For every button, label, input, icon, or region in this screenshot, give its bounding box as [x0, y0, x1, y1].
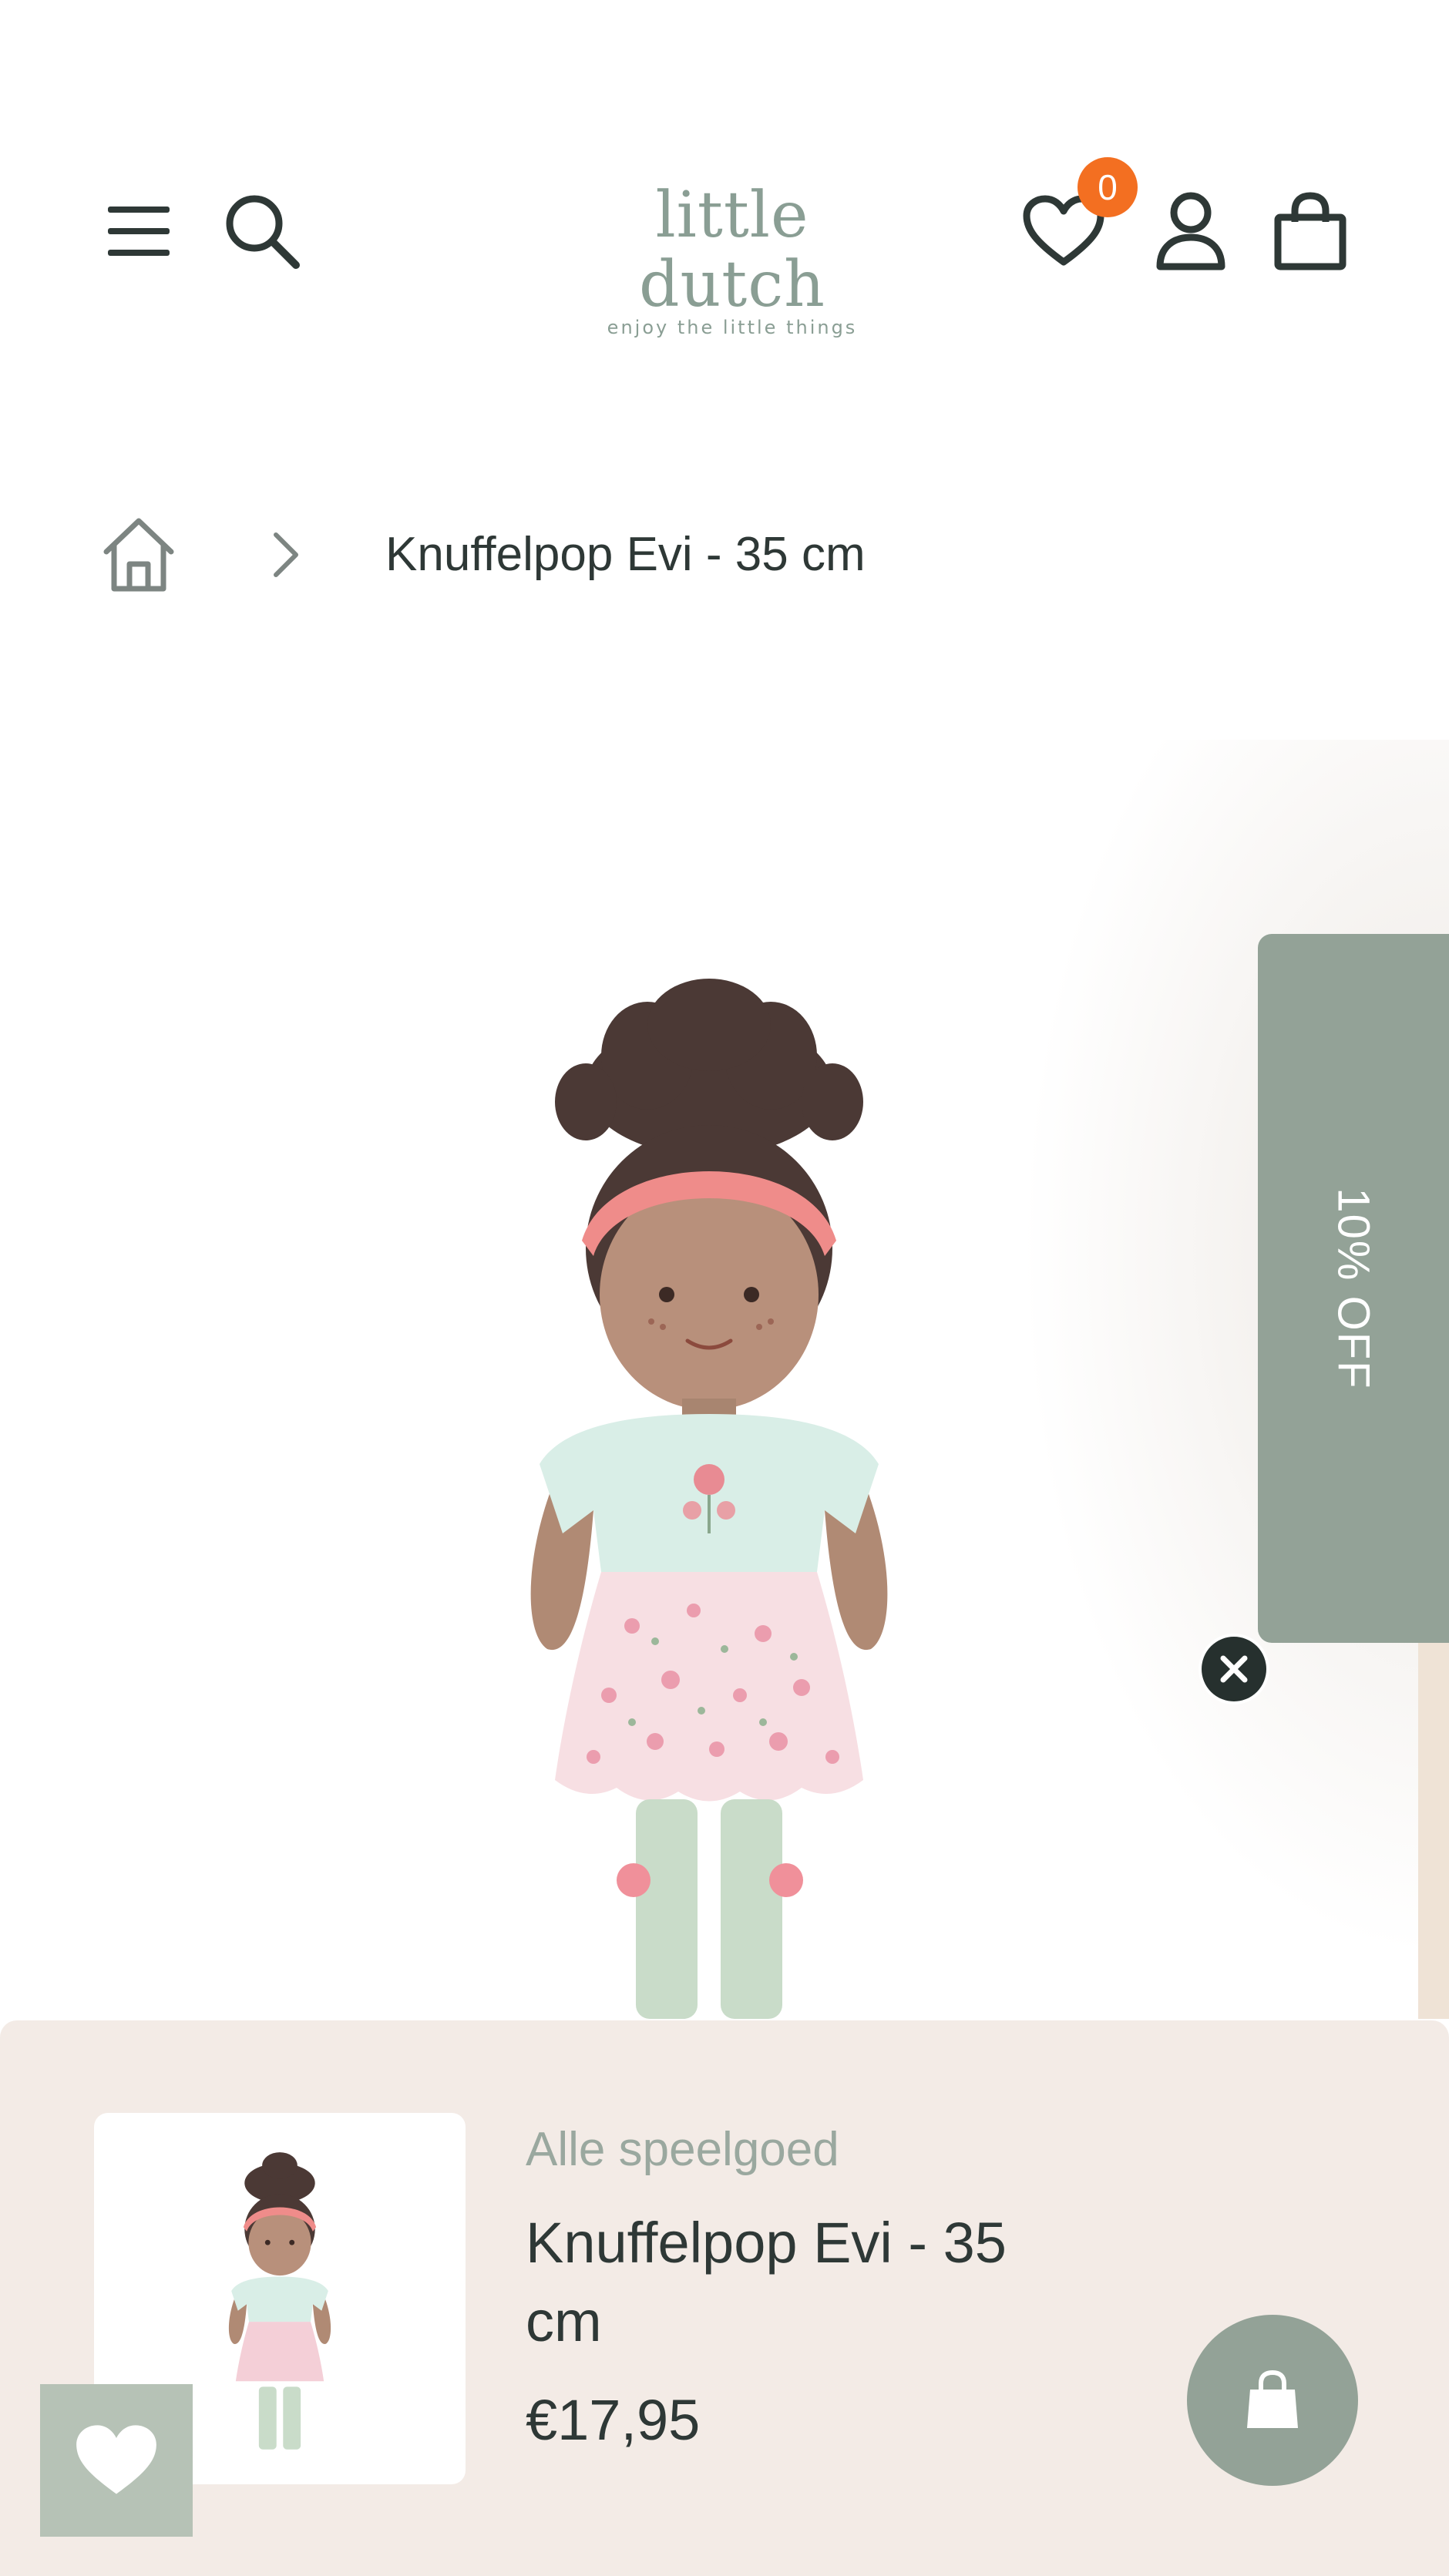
close-icon — [1220, 1655, 1248, 1683]
search-button[interactable] — [220, 189, 304, 274]
logo-tagline: enjoy the little things — [607, 317, 858, 338]
product-thumbnail-image — [228, 2152, 331, 2450]
product-gallery[interactable]: 10% OFF — [0, 740, 1449, 2019]
search-icon — [226, 195, 300, 269]
heart-icon — [76, 2425, 156, 2494]
product-image-doll — [530, 979, 888, 2019]
breadcrumb-current: Knuffelpop Evi - 35 cm — [385, 528, 866, 581]
logo-name: little dutch — [639, 179, 825, 321]
cart-button[interactable] — [1268, 189, 1353, 274]
product-category-link[interactable]: Alle speelgoed — [526, 2122, 839, 2177]
brand-logo[interactable]: little dutch enjoy the little things — [563, 179, 902, 339]
discount-label: 10% OFF — [1328, 1187, 1379, 1390]
chevron-right-icon — [274, 532, 298, 577]
product-price: €17,95 — [526, 2388, 701, 2452]
wishlist-count-badge: 0 — [1078, 157, 1138, 217]
hamburger-icon — [108, 207, 170, 256]
shopping-bag-icon — [1247, 2369, 1298, 2428]
floating-wishlist-button[interactable] — [40, 2384, 193, 2537]
product-name: Knuffelpop Evi - 35 cm — [526, 2211, 1007, 2353]
discount-close-button[interactable] — [1199, 1634, 1269, 1704]
menu-button[interactable] — [100, 193, 177, 270]
discount-tab[interactable]: 10% OFF — [1258, 934, 1449, 1643]
add-to-cart-button[interactable] — [1187, 2315, 1358, 2486]
breadcrumb-home[interactable] — [96, 512, 181, 597]
account-button[interactable] — [1148, 189, 1233, 274]
user-icon — [1156, 192, 1225, 270]
next-image-peek[interactable] — [1418, 1641, 1449, 2019]
shopping-bag-icon — [1274, 192, 1346, 270]
home-icon — [103, 518, 174, 592]
breadcrumb-separator — [262, 528, 308, 582]
